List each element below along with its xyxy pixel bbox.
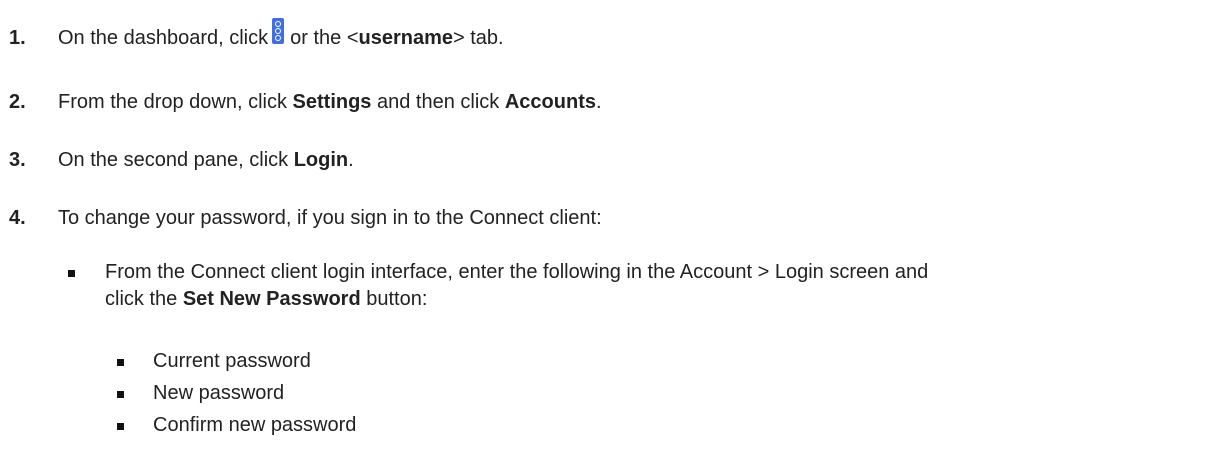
kebab-menu-icon: [272, 18, 285, 44]
step-text: To change your password, if you sign in …: [58, 207, 602, 229]
bullet-icon: [117, 423, 124, 430]
set-new-password-label: Set New Password: [182, 288, 361, 310]
step-text: On the dashboard, click or the <username>…: [58, 18, 504, 50]
step-number: 2.: [9, 91, 26, 113]
bullet-icon: [117, 391, 124, 398]
login-label: Login: [293, 149, 349, 171]
field-name: Current password: [153, 350, 311, 372]
bullet-icon: [68, 270, 75, 277]
field-name: New password: [153, 382, 285, 404]
step-text: From the drop down, click Settings and t…: [58, 91, 602, 113]
username-label: username: [358, 27, 454, 49]
field-name: Confirm new password: [153, 414, 357, 436]
settings-label: Settings: [292, 91, 372, 113]
step-number: 1.: [9, 27, 26, 49]
bullet-icon: [117, 359, 124, 366]
step-number: 4.: [9, 207, 26, 229]
step-text: On the second pane, click Login.: [58, 149, 354, 171]
step-number: 3.: [9, 149, 26, 171]
accounts-label: Accounts: [504, 91, 596, 113]
sub-item-text: From the Connect client login interface,…: [105, 261, 929, 310]
